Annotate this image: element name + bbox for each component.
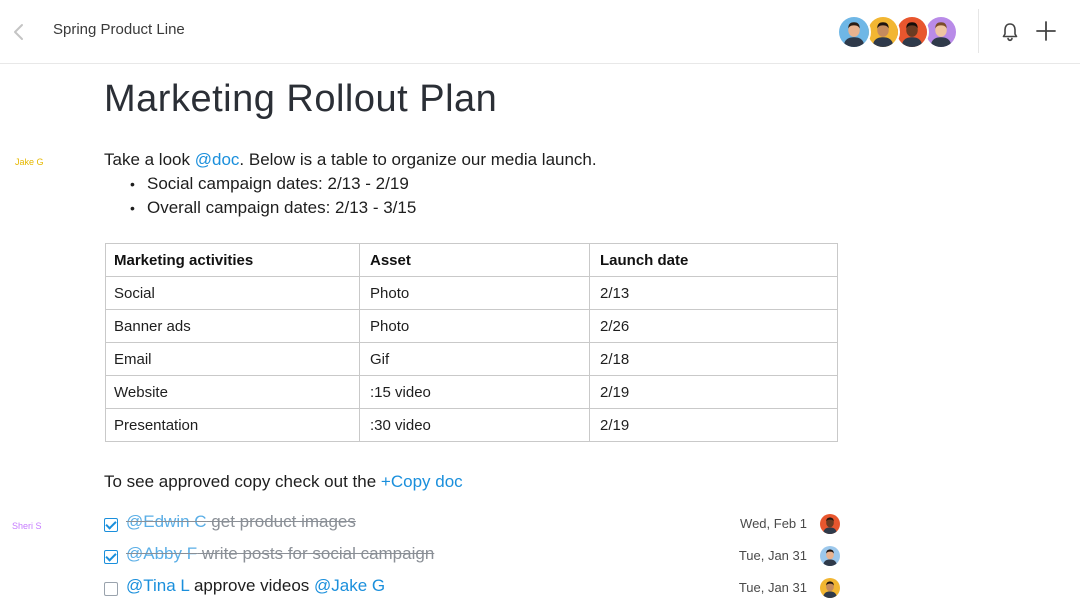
task-text[interactable]: @Tina L approve videos @Jake G <box>126 576 385 596</box>
table-cell[interactable]: Photo <box>359 276 590 310</box>
table-cell[interactable]: :15 video <box>359 375 590 409</box>
task-text[interactable]: @Edwin C get product images <box>126 512 356 532</box>
task-description: write posts for social campaign <box>197 544 435 563</box>
task-item: @Edwin C get product images Wed, Feb 1 <box>104 512 840 538</box>
cursor-tag-sheri: Sheri S <box>12 521 42 531</box>
intro-paragraph[interactable]: Take a look @doc. Below is a table to or… <box>104 150 597 170</box>
table-header-cell[interactable]: Launch date <box>589 243 838 277</box>
table-cell[interactable]: Gif <box>359 342 590 376</box>
task-checkbox[interactable] <box>104 550 118 564</box>
marketing-table: Marketing activities Asset Launch date S… <box>105 243 838 442</box>
task-due-date[interactable]: Tue, Jan 31 <box>739 580 807 595</box>
table-row: Email Gif 2/18 <box>105 342 838 376</box>
table-row: Website :15 video 2/19 <box>105 375 838 409</box>
bullet-dot: • <box>130 200 135 216</box>
task-description: approve videos <box>189 576 314 595</box>
bullet-list: • Social campaign dates: 2/13 - 2/19 • Ove… <box>130 174 416 222</box>
bullet-item[interactable]: • Overall campaign dates: 2/13 - 3/15 <box>130 198 416 222</box>
assignee-avatar[interactable] <box>820 514 840 534</box>
table-row: Social Photo 2/13 <box>105 276 838 310</box>
add-icon[interactable] <box>1034 19 1058 43</box>
table-header-row: Marketing activities Asset Launch date <box>105 243 838 277</box>
table-cell[interactable]: Photo <box>359 309 590 343</box>
table-cell[interactable]: 2/19 <box>589 375 838 409</box>
bullet-item[interactable]: • Social campaign dates: 2/13 - 2/19 <box>130 174 416 198</box>
table-cell[interactable]: Website <box>105 375 360 409</box>
table-header-cell[interactable]: Asset <box>359 243 590 277</box>
task-description: get product images <box>206 512 356 531</box>
back-arrow-icon[interactable] <box>8 20 30 44</box>
table-cell[interactable]: 2/18 <box>589 342 838 376</box>
table-cell[interactable]: 2/26 <box>589 309 838 343</box>
task-text[interactable]: @Abby F write posts for social campaign <box>126 544 434 564</box>
top-bar: Spring Product Line <box>0 0 1080 64</box>
avatar[interactable] <box>866 15 900 49</box>
table-cell[interactable]: Banner ads <box>105 309 360 343</box>
table-cell[interactable]: :30 video <box>359 408 590 442</box>
task-due-date[interactable]: Wed, Feb 1 <box>740 516 807 531</box>
assignee-avatar[interactable] <box>820 578 840 598</box>
user-mention[interactable]: @Abby F <box>126 544 197 563</box>
bullet-text: Social campaign dates: 2/13 - 2/19 <box>147 174 409 193</box>
task-item: @Tina L approve videos @Jake G Tue, Jan … <box>104 576 840 600</box>
user-mention[interactable]: @Tina L <box>126 576 189 595</box>
page-title[interactable]: Marketing Rollout Plan <box>104 78 497 121</box>
intro-text-tail: . Below is a table to organize our media… <box>239 150 597 169</box>
task-checkbox[interactable] <box>104 518 118 532</box>
bullet-text: Overall campaign dates: 2/13 - 3/15 <box>147 198 417 217</box>
table-header-cell[interactable]: Marketing activities <box>105 243 360 277</box>
table-cell[interactable]: Email <box>105 342 360 376</box>
table-cell[interactable]: 2/13 <box>589 276 838 310</box>
intro-text: Take a look <box>104 150 195 169</box>
table-cell[interactable]: Social <box>105 276 360 310</box>
bullet-dot: • <box>130 176 135 192</box>
table-row: Presentation :30 video 2/19 <box>105 408 838 442</box>
copy-doc-paragraph[interactable]: To see approved copy check out the +Copy… <box>104 472 463 492</box>
table-cell[interactable]: Presentation <box>105 408 360 442</box>
avatar[interactable] <box>837 15 871 49</box>
task-due-date[interactable]: Tue, Jan 31 <box>739 548 807 563</box>
avatar[interactable] <box>924 15 958 49</box>
bell-icon[interactable] <box>999 20 1021 44</box>
breadcrumb[interactable]: Spring Product Line <box>53 21 185 38</box>
table-cell[interactable]: 2/19 <box>589 408 838 442</box>
task-checkbox[interactable] <box>104 582 118 596</box>
avatar[interactable] <box>895 15 929 49</box>
user-mention[interactable]: @Jake G <box>314 576 385 595</box>
user-mention[interactable]: @Edwin C <box>126 512 207 531</box>
header-divider <box>978 9 979 53</box>
task-item: @Abby F write posts for social campaign … <box>104 544 840 570</box>
cursor-tag-jake: Jake G <box>15 157 44 167</box>
assignee-avatar[interactable] <box>820 546 840 566</box>
copy-doc-link[interactable]: +Copy doc <box>381 472 463 491</box>
copy-doc-text: To see approved copy check out the <box>104 472 381 491</box>
doc-mention-link[interactable]: @doc <box>195 150 240 169</box>
table-row: Banner ads Photo 2/26 <box>105 309 838 343</box>
